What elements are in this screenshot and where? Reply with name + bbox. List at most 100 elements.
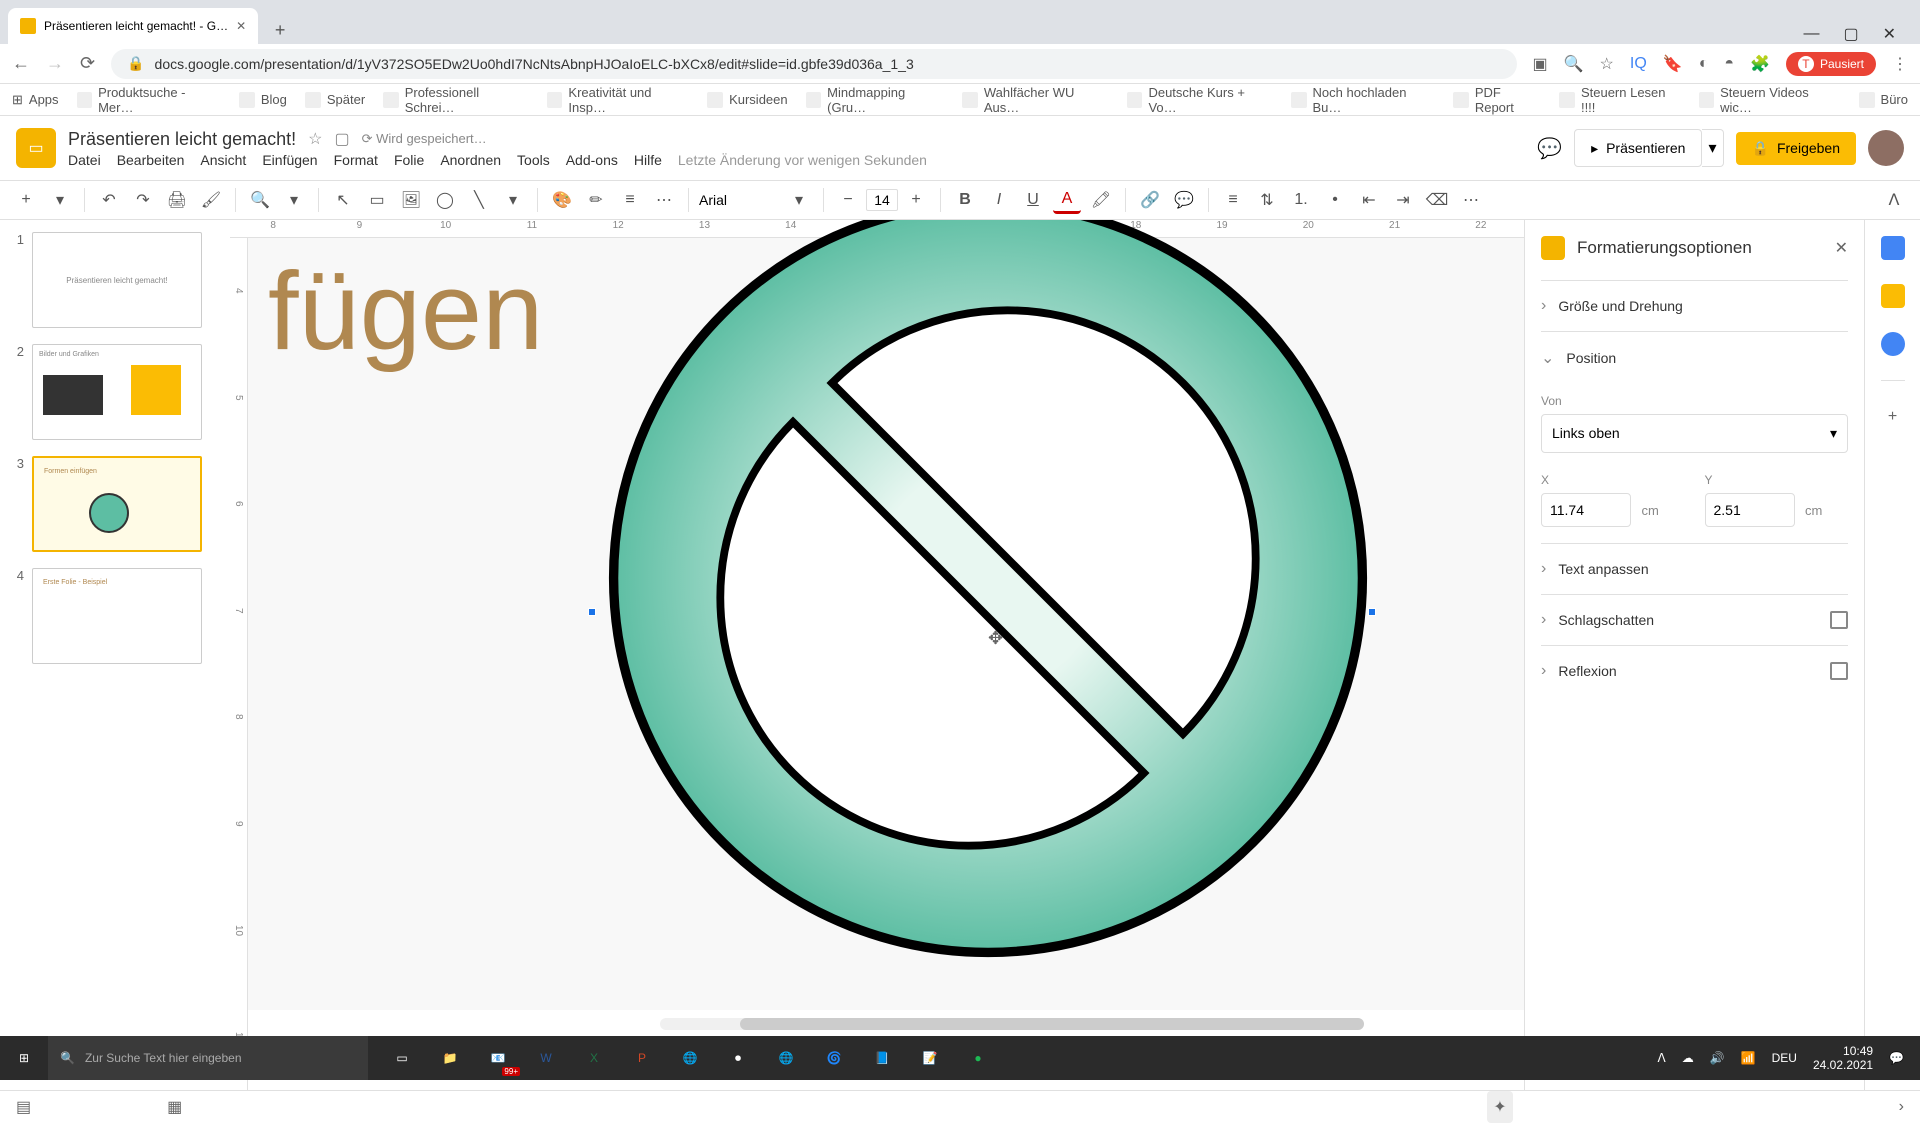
horizontal-scrollbar[interactable] bbox=[660, 1018, 1364, 1030]
indent-inc-icon[interactable]: ⇥ bbox=[1389, 186, 1417, 214]
new-slide-button[interactable]: + bbox=[12, 186, 40, 214]
font-size-inc[interactable]: + bbox=[902, 186, 930, 214]
back-icon[interactable]: ← bbox=[12, 53, 30, 74]
more-icon[interactable]: ⋯ bbox=[1457, 186, 1485, 214]
font-select[interactable]: Arial bbox=[699, 192, 779, 208]
reflection-checkbox[interactable] bbox=[1830, 662, 1848, 680]
doc-title[interactable]: Präsentieren leicht gemacht! bbox=[68, 129, 296, 150]
border-color-icon[interactable]: ✏ bbox=[582, 186, 610, 214]
slide-thumb-4[interactable]: Erste Folie - Beispiel bbox=[32, 568, 202, 664]
tray-chevron-icon[interactable]: ᐱ bbox=[1658, 1051, 1666, 1065]
notepad-icon[interactable]: 📝 bbox=[908, 1040, 952, 1076]
textbox-icon[interactable]: ▭ bbox=[363, 186, 391, 214]
share-button[interactable]: 🔒 Freigeben bbox=[1736, 132, 1856, 165]
app-icon[interactable]: 🌐 bbox=[668, 1040, 712, 1076]
line-dropdown[interactable]: ▾ bbox=[499, 186, 527, 214]
paint-format-icon[interactable]: 🖌 bbox=[197, 186, 225, 214]
bookmark-item[interactable]: Kreativität und Insp… bbox=[547, 85, 689, 115]
ext3-icon[interactable]: ◓ bbox=[1724, 55, 1734, 73]
explorer-icon[interactable]: 📁 bbox=[428, 1040, 472, 1076]
keep-icon[interactable] bbox=[1881, 284, 1905, 308]
scrollbar-thumb[interactable] bbox=[740, 1018, 1364, 1030]
menu-format[interactable]: Format bbox=[334, 152, 378, 168]
bookmark-item[interactable]: Steuern Videos wic… bbox=[1699, 85, 1841, 115]
border-dash-icon[interactable]: ⋯ bbox=[650, 186, 678, 214]
link-icon[interactable]: 🔗 bbox=[1136, 186, 1164, 214]
forward-icon[interactable]: → bbox=[46, 53, 64, 74]
zoom-icon[interactable]: 🔍 bbox=[1564, 54, 1584, 74]
zoom-dropdown[interactable]: ▾ bbox=[280, 186, 308, 214]
slide-title-text[interactable]: fügen bbox=[268, 248, 543, 375]
spotify-icon[interactable]: ● bbox=[956, 1040, 1000, 1076]
no-symbol-shape[interactable] bbox=[598, 220, 1378, 968]
menu-addons[interactable]: Add-ons bbox=[566, 152, 618, 168]
menu-arrange[interactable]: Anordnen bbox=[440, 152, 501, 168]
menu-view[interactable]: Ansicht bbox=[200, 152, 246, 168]
menu-help[interactable]: Hilfe bbox=[634, 152, 662, 168]
shape-icon[interactable]: ◯ bbox=[431, 186, 459, 214]
bookmark-item[interactable]: Professionell Schrei… bbox=[383, 85, 529, 115]
task-view-icon[interactable]: ▭ bbox=[380, 1040, 424, 1076]
image-icon[interactable]: 🖼 bbox=[397, 186, 425, 214]
bookmark-item[interactable]: Büro bbox=[1859, 92, 1908, 108]
section-text-fit[interactable]: › Text anpassen bbox=[1541, 543, 1848, 594]
filmstrip-view-icon[interactable]: ▤ bbox=[16, 1097, 31, 1117]
extensions-icon[interactable]: 🧩 bbox=[1750, 54, 1770, 74]
powerpoint-icon[interactable]: P bbox=[620, 1040, 664, 1076]
window-maximize-icon[interactable]: ▢ bbox=[1843, 24, 1858, 44]
indent-dec-icon[interactable]: ⇤ bbox=[1355, 186, 1383, 214]
numbered-list-icon[interactable]: 1. bbox=[1287, 186, 1315, 214]
address-bar[interactable]: 🔒 docs.google.com/presentation/d/1yV372S… bbox=[111, 49, 1516, 79]
select-tool-icon[interactable]: ↖ bbox=[329, 186, 357, 214]
undo-icon[interactable]: ↶ bbox=[95, 186, 123, 214]
x-input[interactable]: 11.74 bbox=[1541, 493, 1631, 527]
redo-icon[interactable]: ↷ bbox=[129, 186, 157, 214]
align-icon[interactable]: ≡ bbox=[1219, 186, 1247, 214]
fill-color-icon[interactable]: 🎨 bbox=[548, 186, 576, 214]
ext1-icon[interactable]: 🔖 bbox=[1663, 54, 1683, 74]
section-size-rotation[interactable]: › Größe und Drehung bbox=[1541, 280, 1848, 331]
present-dropdown[interactable]: ▾ bbox=[1702, 129, 1723, 167]
reload-icon[interactable]: ⟳ bbox=[80, 53, 95, 74]
close-panel-icon[interactable]: ✕ bbox=[1835, 238, 1848, 258]
bookmark-item[interactable]: PDF Report bbox=[1453, 85, 1541, 115]
menu-insert[interactable]: Einfügen bbox=[262, 152, 317, 168]
bookmark-item[interactable]: Deutsche Kurs + Vo… bbox=[1127, 85, 1273, 115]
explore-button[interactable]: ✦ bbox=[1487, 1091, 1512, 1123]
new-slide-dropdown[interactable]: ▾ bbox=[46, 186, 74, 214]
slides-logo-icon[interactable]: ▭ bbox=[16, 128, 56, 168]
notifications-icon[interactable]: 💬 bbox=[1889, 1051, 1904, 1065]
slide-thumb-3-selected[interactable]: Formen einfügen bbox=[32, 456, 202, 552]
selection-handle-left[interactable] bbox=[588, 608, 596, 616]
language-indicator[interactable]: DEU bbox=[1772, 1051, 1797, 1065]
menu-tools[interactable]: Tools bbox=[517, 152, 550, 168]
font-size-input[interactable]: 14 bbox=[866, 189, 898, 211]
excel-icon[interactable]: X bbox=[572, 1040, 616, 1076]
menu-edit[interactable]: Bearbeiten bbox=[117, 152, 185, 168]
cloud-icon[interactable]: ☁ bbox=[1682, 1051, 1694, 1065]
font-dropdown[interactable]: ▾ bbox=[785, 186, 813, 214]
grid-view-icon[interactable]: ▦ bbox=[167, 1097, 182, 1117]
slide-thumb-1[interactable]: Präsentieren leicht gemacht! bbox=[32, 232, 202, 328]
comment-icon[interactable]: 💬 bbox=[1170, 186, 1198, 214]
taskbar-search[interactable]: 🔍 Zur Suche Text hier eingeben bbox=[48, 1036, 368, 1080]
wifi-icon[interactable]: 📶 bbox=[1741, 1051, 1756, 1065]
line-icon[interactable]: ╲ bbox=[465, 186, 493, 214]
browser-tab-active[interactable]: Präsentieren leicht gemacht! - G… ✕ bbox=[8, 8, 258, 44]
close-tab-icon[interactable]: ✕ bbox=[236, 19, 246, 33]
iq-icon[interactable]: IQ bbox=[1630, 55, 1647, 73]
bookmark-item[interactable]: Kursideen bbox=[707, 92, 788, 108]
bookmark-item[interactable]: Mindmapping (Gru… bbox=[806, 85, 945, 115]
line-spacing-icon[interactable]: ⇅ bbox=[1253, 186, 1281, 214]
comments-icon[interactable]: 💬 bbox=[1537, 136, 1562, 161]
tasks-icon[interactable] bbox=[1881, 332, 1905, 356]
bookmark-item[interactable]: Produktsuche - Mer… bbox=[77, 85, 221, 115]
highlight-icon[interactable]: 🖍 bbox=[1087, 186, 1115, 214]
text-color-icon[interactable]: A bbox=[1053, 186, 1081, 214]
bookmark-item[interactable]: Wahlfächer WU Aus… bbox=[962, 85, 1109, 115]
system-clock[interactable]: 10:49 24.02.2021 bbox=[1813, 1044, 1873, 1073]
ext2-icon[interactable]: ◐ bbox=[1699, 55, 1709, 73]
italic-icon[interactable]: I bbox=[985, 186, 1013, 214]
new-tab-button[interactable]: + bbox=[266, 16, 294, 44]
bookmark-item[interactable]: Später bbox=[305, 92, 365, 108]
